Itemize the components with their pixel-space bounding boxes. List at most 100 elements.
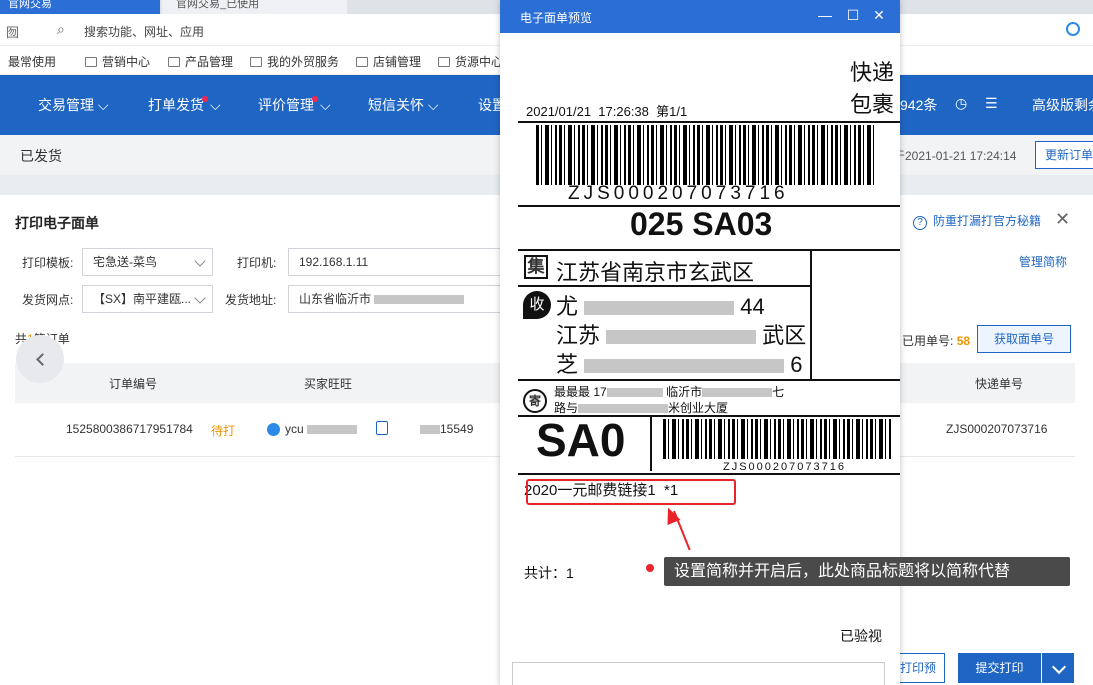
browser-tab[interactable]: 官网交易_已使用 xyxy=(162,0,347,14)
menu-icon[interactable]: ☰ xyxy=(985,95,998,112)
quota-count: 942条 xyxy=(900,97,938,113)
divider xyxy=(518,285,812,287)
redacted-text xyxy=(606,388,663,398)
modal-title: 电子面单预览 xyxy=(520,11,593,25)
printer-select[interactable]: 192.168.1.11 xyxy=(288,248,503,276)
copy-icon[interactable] xyxy=(376,421,388,435)
divider xyxy=(518,249,900,251)
divider xyxy=(518,473,900,475)
folder-icon xyxy=(356,57,368,67)
sender-tag: 寄 xyxy=(523,389,547,413)
page-title: 已发货 xyxy=(20,148,62,164)
redacted-text xyxy=(420,425,440,435)
divider xyxy=(518,121,900,123)
manage-abbr-link[interactable]: 管理简称 xyxy=(1019,253,1067,270)
redacted-text xyxy=(584,301,735,316)
print-datetime: 2021/01/21 17:26:38 第1/1 xyxy=(526,104,688,119)
back-button[interactable] xyxy=(16,335,64,383)
info-icon[interactable] xyxy=(267,423,280,436)
address-label: 发货地址: xyxy=(225,293,277,307)
highlight-box xyxy=(526,479,736,505)
sort-code: 025 SA03 xyxy=(630,206,773,242)
printer-label: 打印机: xyxy=(237,256,277,270)
redacted-text xyxy=(702,388,773,398)
hint-tooltip: 设置简称并开启后，此处商品标题将以简称代替 xyxy=(664,557,1070,586)
timer-icon[interactable]: ◷ xyxy=(955,95,967,112)
outlet-select[interactable]: 【SX】南平建瓯... xyxy=(82,285,213,313)
folder-icon xyxy=(438,57,450,67)
close-icon[interactable]: ✕ xyxy=(1055,209,1070,230)
status-badge: 待打 xyxy=(211,424,236,438)
collect-tag: 集 xyxy=(524,255,548,279)
question-icon: ? xyxy=(913,216,927,230)
receiver-tag: 收 xyxy=(523,291,551,319)
col-tracking: 快递单号 xyxy=(975,377,1024,391)
clock-icon[interactable] xyxy=(1066,22,1080,36)
used-count: 已用单号: 58 xyxy=(902,334,971,348)
buyer-name: ycu xyxy=(285,422,358,436)
template-label: 打印模板: xyxy=(22,256,74,270)
tips-link[interactable]: ? 防重打漏打官方秘籍 xyxy=(913,212,1041,230)
redacted-text xyxy=(307,425,358,435)
divider xyxy=(810,249,812,379)
modal-footer xyxy=(512,662,885,685)
close-icon[interactable]: ✕ xyxy=(870,6,888,24)
collect-region: 江苏省南京市玄武区 xyxy=(556,260,755,285)
divider xyxy=(650,415,652,471)
bookmark-item[interactable]: 店铺管理 xyxy=(356,53,421,70)
submit-print-button[interactable]: 提交打印 xyxy=(958,653,1041,683)
get-tracking-button[interactable]: 获取面单号 xyxy=(977,325,1071,353)
brand-top: 快递 xyxy=(850,60,895,85)
browser-tab-active[interactable]: 官网交易 xyxy=(0,0,160,14)
folder-icon xyxy=(168,57,180,67)
chevron-down-icon xyxy=(194,292,206,304)
sender-line-1: 最最最 17 临沂市七 xyxy=(554,385,785,399)
outlet-label: 发货网点: xyxy=(22,293,74,307)
bookmark-item[interactable]: 货源中心 xyxy=(438,53,503,70)
modal-header: 电子面单预览 — ☐ ✕ xyxy=(500,0,900,33)
receiver-name: 尤 44 xyxy=(556,294,765,319)
bookmark-item[interactable]: 我的外贸服务 xyxy=(250,53,339,70)
bookmark-item[interactable]: 营销中心 xyxy=(85,53,150,70)
buyer-phone: 15549 xyxy=(420,422,473,436)
nav-icon[interactable]: 囫 xyxy=(6,22,19,41)
maximize-icon[interactable]: ☐ xyxy=(844,6,862,24)
redacted-text xyxy=(606,330,757,345)
panel-title: 打印电子面单 xyxy=(15,215,99,231)
tooltip-dot xyxy=(646,564,654,572)
nav-review[interactable]: 评价管理 ⌵ xyxy=(258,95,331,115)
folder-icon xyxy=(250,57,262,67)
tracking-number: ZJS000207073716 xyxy=(946,422,1048,436)
brand-bottom: 包裹 xyxy=(850,92,895,117)
nav-sms[interactable]: 短信关怀 ⌵ xyxy=(368,95,439,115)
barcode-small xyxy=(663,419,893,459)
notification-dot xyxy=(202,96,208,102)
address-select[interactable]: 山东省临沂市 xyxy=(288,285,503,313)
nav-trade[interactable]: 交易管理 ⌵ xyxy=(38,95,109,115)
search-input[interactable]: 搜索功能、网址、应用 xyxy=(84,23,204,40)
template-select[interactable]: 宅急送-菜鸟 xyxy=(82,248,213,276)
order-number: 1525800386717951784 xyxy=(66,422,193,436)
barcode-main xyxy=(536,125,876,185)
total-count: 共计：1 xyxy=(524,565,574,581)
refresh-orders-button[interactable]: 更新订单 xyxy=(1035,141,1093,169)
nav-print[interactable]: 打单发货 ⌵ xyxy=(148,95,221,115)
notification-dot xyxy=(312,96,318,102)
col-order-no: 订单编号 xyxy=(109,377,158,391)
plan-label[interactable]: 高级版剩余 xyxy=(1032,95,1093,115)
divider xyxy=(518,379,900,381)
bookmark-item[interactable]: 最常使用 xyxy=(8,53,56,70)
station-code: SA0 xyxy=(536,414,626,466)
redacted-text xyxy=(374,295,465,305)
col-buyer: 买家旺旺 xyxy=(304,377,353,391)
receiver-address-1: 江苏 武区 xyxy=(556,323,807,348)
bookmark-item[interactable]: 产品管理 xyxy=(168,53,233,70)
update-time: 于2021-01-21 17:24:14 xyxy=(893,149,1017,163)
submit-dropdown-button[interactable] xyxy=(1042,653,1074,683)
inspected-mark: 已验视 xyxy=(840,628,882,644)
minimize-icon[interactable]: — xyxy=(816,6,834,24)
tracking-text: ZJS000207073716 xyxy=(568,183,789,204)
folder-icon xyxy=(85,57,97,67)
redacted-text xyxy=(584,359,785,374)
search-icon: ⌕ xyxy=(57,21,65,37)
